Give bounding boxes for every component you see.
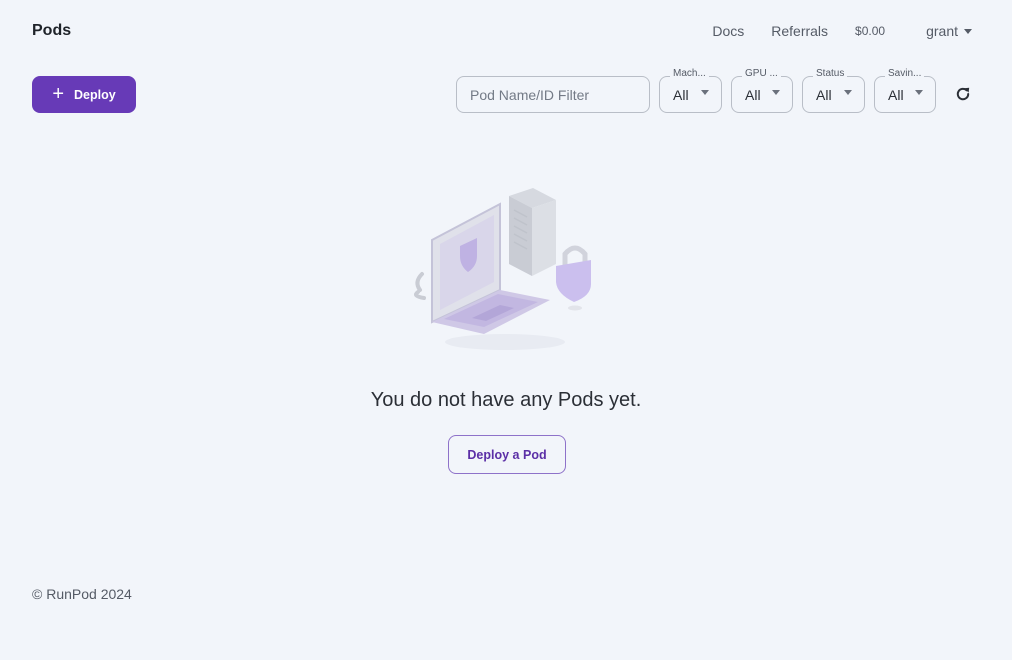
docs-link[interactable]: Docs bbox=[712, 23, 744, 39]
page-title: Pods bbox=[32, 22, 72, 39]
deploy-button-label: Deploy bbox=[74, 87, 116, 102]
refresh-icon bbox=[956, 87, 970, 101]
user-name: grant bbox=[926, 23, 958, 39]
chevron-down-icon bbox=[915, 90, 923, 95]
empty-pods-illustration bbox=[414, 188, 591, 350]
deploy-button[interactable]: + Deploy bbox=[32, 76, 136, 113]
status-select-label: Status bbox=[813, 68, 848, 79]
machine-select[interactable]: Mach... All bbox=[659, 68, 722, 113]
pod-filter-input[interactable] bbox=[456, 76, 650, 113]
savings-select-label: Savin... bbox=[885, 68, 925, 79]
gpu-select-label: GPU ... bbox=[742, 68, 781, 79]
chevron-down-icon bbox=[772, 90, 780, 95]
gpu-select-value: All bbox=[745, 87, 761, 103]
top-navigation: Docs Referrals $0.00 grant bbox=[712, 23, 972, 39]
status-select-value: All bbox=[816, 87, 832, 103]
refresh-button[interactable] bbox=[952, 83, 974, 105]
user-menu[interactable]: grant bbox=[926, 23, 972, 39]
chevron-down-icon bbox=[964, 28, 972, 34]
empty-state-message: You do not have any Pods yet. bbox=[370, 389, 642, 411]
footer-copyright: © RunPod 2024 bbox=[32, 586, 132, 602]
chevron-down-icon bbox=[844, 90, 852, 95]
plus-icon: + bbox=[52, 82, 64, 105]
savings-select[interactable]: Savin... All bbox=[874, 68, 936, 113]
status-select[interactable]: Status All bbox=[802, 68, 865, 113]
account-balance[interactable]: $0.00 bbox=[855, 24, 885, 38]
machine-select-label: Mach... bbox=[670, 68, 709, 79]
pods-page: Pods Docs Referrals $0.00 grant + Deploy… bbox=[0, 0, 1012, 660]
referrals-link[interactable]: Referrals bbox=[771, 23, 828, 39]
deploy-a-pod-button[interactable]: Deploy a Pod bbox=[448, 435, 566, 474]
chevron-down-icon bbox=[701, 90, 709, 95]
machine-select-value: All bbox=[673, 87, 689, 103]
gpu-select[interactable]: GPU ... All bbox=[731, 68, 793, 113]
savings-select-value: All bbox=[888, 87, 904, 103]
